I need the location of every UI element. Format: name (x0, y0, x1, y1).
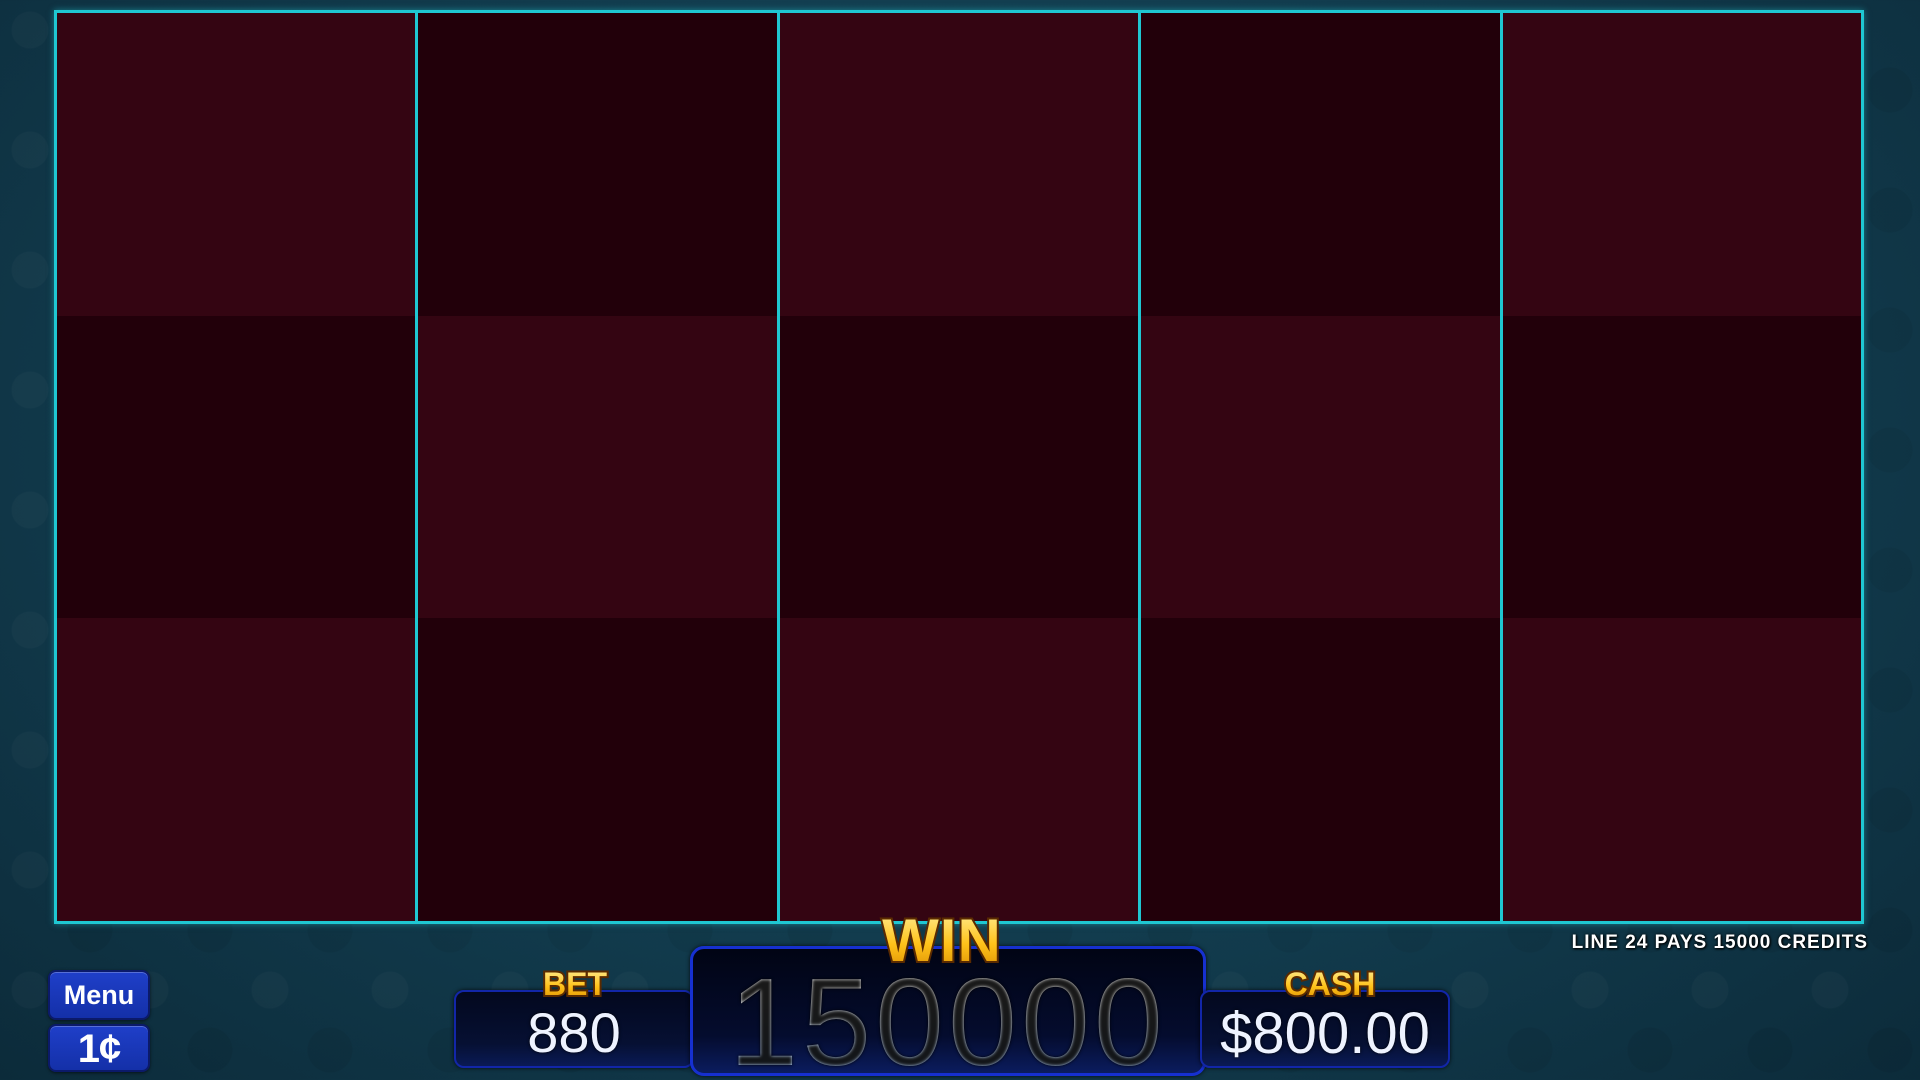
reel-3 (779, 13, 1142, 922)
denomination-button[interactable]: 1¢ (48, 1024, 150, 1072)
bet-value: 880 (527, 1001, 621, 1064)
reel-1 (57, 13, 419, 922)
reel-cell (418, 315, 777, 619)
cash-value: $800.00 (1220, 1001, 1430, 1066)
reel-cell (418, 618, 777, 922)
reel-cell (779, 13, 1139, 316)
reel-cell (1141, 315, 1500, 619)
reel-cell (57, 618, 416, 922)
reel-cell (779, 315, 1139, 619)
reel-cell (1502, 13, 1862, 316)
bet-label: BET (540, 966, 610, 1003)
menu-button[interactable]: Menu (48, 970, 150, 1020)
reel-cell (1141, 13, 1500, 316)
pay-line-message: LINE 24 PAYS 15000 CREDITS (1571, 932, 1868, 953)
reel-cell (57, 315, 416, 619)
reel-cell (57, 13, 416, 316)
reel-cell (779, 618, 1139, 922)
reel-cell (1502, 618, 1862, 922)
win-value: 150000 (690, 952, 1206, 1080)
cash-label: CASH (1268, 966, 1392, 1003)
reel-cell (1141, 618, 1500, 922)
reel-4 (1141, 13, 1503, 922)
reel-area (54, 10, 1864, 924)
reel-cell (418, 13, 777, 316)
reel-2 (418, 13, 780, 922)
reel-5 (1502, 13, 1862, 922)
reel-cell (1502, 315, 1862, 619)
